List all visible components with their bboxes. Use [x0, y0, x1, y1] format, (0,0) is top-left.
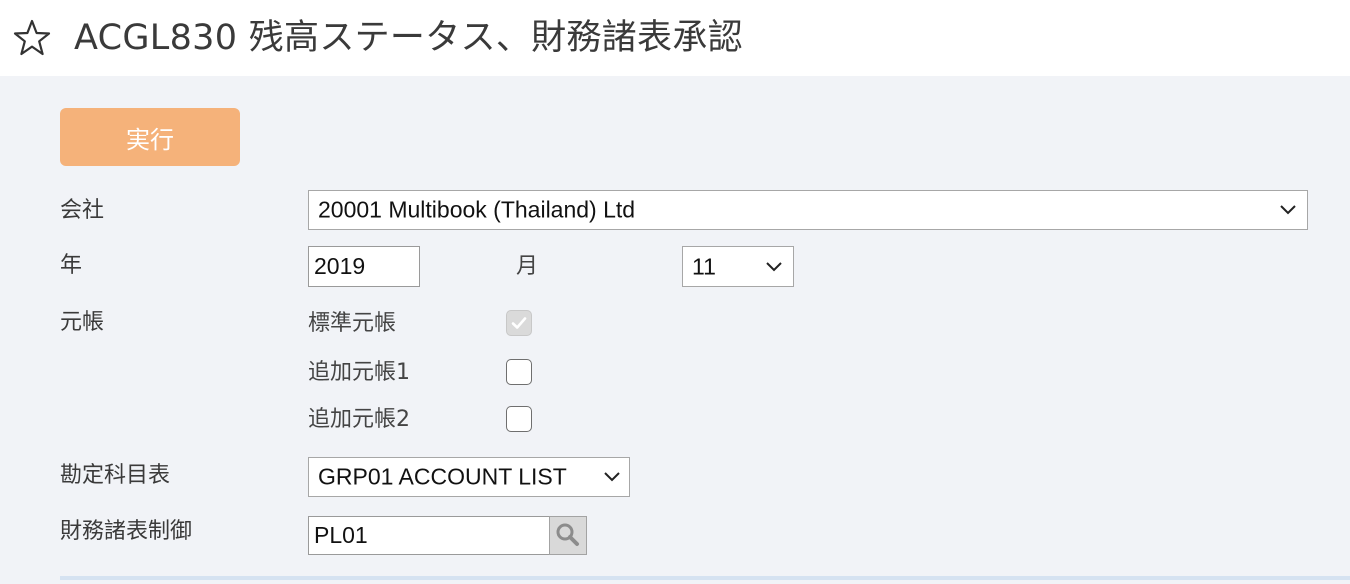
page-header: ACGL830 残高ステータス、財務諸表承認 [0, 0, 1350, 76]
company-select[interactable]: 20001 Multibook (Thailand) Ltd [308, 190, 1308, 230]
company-select-value: 20001 Multibook (Thailand) Ltd [318, 196, 636, 223]
standard-ledger-checkbox[interactable] [506, 310, 532, 336]
ledger-option-label: 追加元帳2 [308, 407, 410, 432]
chart-of-accounts-select[interactable]: GRP01 ACCOUNT LIST [308, 457, 630, 497]
year-label: 年 [60, 253, 83, 278]
additional-ledger-1-checkbox[interactable] [506, 359, 532, 385]
ledger-label: 元帳 [60, 310, 105, 335]
chart-of-accounts-label: 勘定科目表 [60, 463, 171, 488]
chart-of-accounts-value: GRP01 ACCOUNT LIST [318, 463, 567, 490]
magnifier-icon [556, 523, 579, 546]
company-label: 会社 [60, 198, 105, 223]
month-select-value: 11 [692, 253, 716, 279]
run-button[interactable]: 実行 [60, 108, 240, 166]
fs-control-lookup-button[interactable] [549, 516, 587, 555]
star-outline-icon[interactable] [12, 18, 52, 58]
checkmark-icon [511, 317, 527, 329]
chevron-down-icon [604, 472, 620, 482]
chevron-down-icon [766, 261, 782, 271]
section-divider [60, 576, 1350, 580]
chevron-down-icon [1280, 205, 1296, 215]
ledger-option-label: 追加元帳1 [308, 360, 410, 385]
month-label: 月 [516, 254, 539, 279]
month-select[interactable]: 11 [682, 246, 794, 287]
additional-ledger-2-checkbox[interactable] [506, 406, 532, 432]
ledger-option-label: 標準元帳 [308, 311, 397, 336]
fs-control-label: 財務諸表制御 [60, 519, 193, 544]
year-input[interactable] [308, 246, 420, 287]
page-title: ACGL830 残高ステータス、財務諸表承認 [74, 18, 743, 58]
fs-control-input[interactable] [308, 516, 550, 555]
